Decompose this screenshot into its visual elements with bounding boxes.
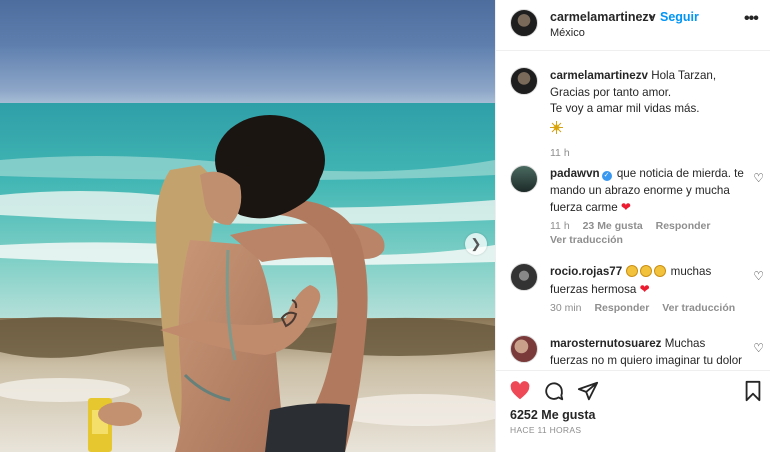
caption-line3: Te voy a amar mil vidas más.: [550, 102, 700, 115]
comment-text: padawvn ✓ que noticia de mierda. te mando…: [550, 166, 745, 217]
sad-face-emoji-icon: [626, 265, 639, 277]
comment-likes[interactable]: 23 Me gusta: [583, 220, 643, 232]
caption-line1: Hola Tarzan,: [651, 69, 717, 82]
like-comment-icon[interactable]: ♡: [753, 341, 764, 355]
translate-row: Ver traducción: [550, 234, 633, 246]
like-comment-icon[interactable]: ♡: [753, 269, 764, 283]
author-avatar[interactable]: [510, 9, 538, 37]
post-photo[interactable]: ❯: [0, 0, 495, 452]
verified-badge-icon: ✓: [601, 171, 612, 181]
share-send-icon[interactable]: [577, 380, 599, 402]
reply-button[interactable]: Responder: [656, 220, 711, 232]
sad-face-emoji-icon: [640, 265, 653, 277]
caption-avatar[interactable]: [510, 67, 538, 95]
comment-avatar[interactable]: [510, 335, 538, 363]
comment-username[interactable]: padawvn: [550, 167, 600, 180]
chevron-right-icon: ❯: [470, 236, 482, 251]
post-side-panel: carmelamartinezv • Seguir México ••• car…: [495, 0, 770, 452]
bookmark-save-icon[interactable]: [742, 380, 764, 402]
caption-line2: Gracias por tanto amor.: [550, 85, 672, 99]
comment-text: rocio.rojas77 muchas fuerzas hermosa ❤: [550, 264, 745, 298]
see-translation-button[interactable]: Ver traducción: [662, 302, 735, 314]
red-heart-emoji-icon: ❤: [639, 281, 650, 296]
like-comment-icon[interactable]: ♡: [753, 171, 764, 185]
caption-text: carmelamartinezv Hola Tarzan, Gracias po…: [550, 68, 745, 139]
comment-time: 11 h: [550, 220, 570, 232]
post-header: carmelamartinezv • Seguir México •••: [496, 0, 770, 51]
comment-time: 30 min: [550, 302, 582, 314]
comment-text: marosternutosuarez Muchas fuerzas no m q…: [550, 336, 745, 370]
comments-list[interactable]: carmelamartinezv Hola Tarzan, Gracias po…: [496, 52, 770, 370]
beach-photo-illustration: [0, 103, 495, 452]
sad-face-emoji-icon: [654, 265, 667, 277]
more-options-icon[interactable]: •••: [744, 10, 759, 28]
red-heart-emoji-icon: ❤: [620, 200, 631, 214]
header-separator: •: [649, 10, 654, 24]
see-translation-button[interactable]: Ver traducción: [550, 234, 623, 246]
caption-meta: 11 h: [550, 147, 580, 159]
comment-username[interactable]: marosternutosuarez: [550, 337, 661, 350]
sparkle-emoji-icon: [550, 120, 563, 134]
comment-username[interactable]: rocio.rojas77: [550, 265, 622, 278]
comment-avatar[interactable]: [510, 165, 538, 193]
post-location[interactable]: México: [550, 27, 585, 39]
follow-button[interactable]: Seguir: [660, 10, 699, 24]
caption-time: 11 h: [550, 147, 570, 159]
post-actions: 6252 Me gusta HACE 11 HORAS: [496, 370, 770, 452]
comment-meta: 11 h 23 Me gusta Responder: [550, 220, 720, 232]
comment-meta: 30 min Responder Ver traducción: [550, 302, 745, 314]
like-heart-icon[interactable]: [509, 380, 531, 402]
comment-bubble-icon[interactable]: [543, 380, 565, 402]
next-photo-button[interactable]: ❯: [465, 233, 487, 255]
likes-count[interactable]: 6252 Me gusta: [510, 408, 595, 422]
author-username[interactable]: carmelamartinezv: [550, 10, 656, 24]
post-timestamp: HACE 11 HORAS: [510, 425, 582, 435]
comment-avatar[interactable]: [510, 263, 538, 291]
reply-button[interactable]: Responder: [594, 302, 649, 314]
caption-username[interactable]: carmelamartinezv: [550, 69, 648, 82]
